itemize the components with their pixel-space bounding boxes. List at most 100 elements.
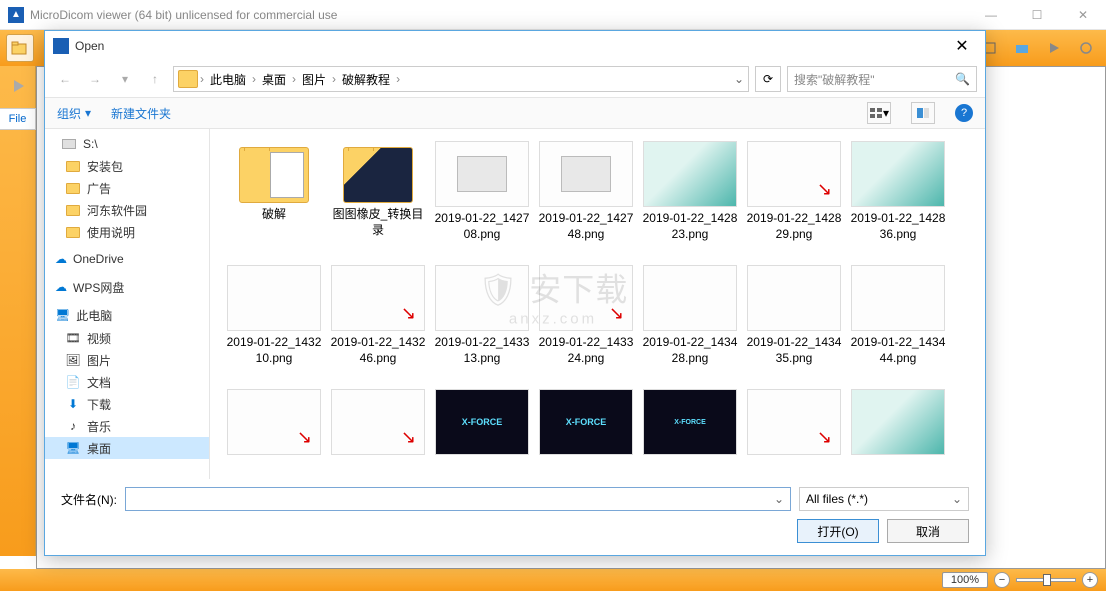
sidebar-pictures[interactable]: 🖼图片 <box>45 349 209 371</box>
thumbnail <box>851 141 945 207</box>
thumbnail <box>227 265 321 331</box>
sidebar-thispc[interactable]: 🖥此电脑 <box>45 303 209 327</box>
folder-icon <box>178 70 198 88</box>
thumbnail <box>539 141 633 207</box>
filename-input[interactable]: ⌄ <box>125 487 791 511</box>
thumbnail: X-FORCE <box>435 389 529 455</box>
file-item[interactable]: X-FORCE <box>638 385 742 479</box>
sidebar-folder-1[interactable]: 广告 <box>45 177 209 199</box>
file-item[interactable]: X-FORCE <box>430 385 534 479</box>
file-item[interactable]: X-FORCE <box>534 385 638 479</box>
sidebar-documents[interactable]: 📄文档 <box>45 371 209 393</box>
file-item[interactable]: 2019-01-22_143444.png <box>846 261 950 371</box>
maximize-button[interactable]: ☐ <box>1014 0 1060 30</box>
sidebar-onedrive[interactable]: ☁OneDrive <box>45 247 209 271</box>
file-item[interactable]: 2019-01-22_142708.png <box>430 137 534 247</box>
file-item[interactable]: 2019-01-22_142823.png <box>638 137 742 247</box>
dialog-nav: ← → ▾ ↑ › 此电脑› 桌面› 图片› 破解教程› ⌄ ⟳ 搜索"破解教程… <box>45 61 985 97</box>
left-toolbar <box>0 66 36 556</box>
file-item[interactable]: 图图橡皮_转换目录 <box>326 137 430 247</box>
dialog-close-button[interactable]: ✕ <box>947 36 977 56</box>
help-button[interactable]: ? <box>955 104 973 122</box>
filename-label: 文件名(N): <box>61 491 117 508</box>
file-item[interactable]: 破解 <box>222 137 326 247</box>
zoom-in-button[interactable]: + <box>1082 572 1098 588</box>
file-label: 2019-01-22_142823.png <box>642 211 738 242</box>
thumbnail <box>851 389 945 455</box>
thumbnail: ↘ <box>747 389 841 455</box>
file-item[interactable]: 2019-01-22_143210.png <box>222 261 326 371</box>
new-folder-button[interactable]: 新建文件夹 <box>111 105 171 122</box>
nav-forward-button[interactable]: → <box>83 67 107 91</box>
file-item[interactable]: ↘2019-01-22_143324.png <box>534 261 638 371</box>
sidebar-folder-3[interactable]: 使用说明 <box>45 221 209 243</box>
file-item[interactable]: 2019-01-22_142836.png <box>846 137 950 247</box>
preview-pane-button[interactable] <box>911 102 935 124</box>
sidebar-videos[interactable]: 🎞视频 <box>45 327 209 349</box>
file-item[interactable] <box>846 385 950 479</box>
file-label: 2019-01-22_143435.png <box>746 335 842 366</box>
folder-icon <box>343 147 413 203</box>
file-item[interactable]: 2019-01-22_143428.png <box>638 261 742 371</box>
sidebar-folder-0[interactable]: 安装包 <box>45 155 209 177</box>
open-button[interactable]: 打开(O) <box>797 519 879 543</box>
file-tab[interactable]: File <box>0 108 36 130</box>
sidebar-drive[interactable]: S:\ <box>45 133 209 155</box>
file-item[interactable]: ↘ <box>742 385 846 479</box>
minimize-button[interactable]: — <box>968 0 1014 30</box>
nav-back-button[interactable]: ← <box>53 67 77 91</box>
thumbnail <box>643 265 737 331</box>
file-item[interactable]: 2019-01-22_143313.png <box>430 261 534 371</box>
view-mode-button[interactable]: ▾ <box>867 102 891 124</box>
file-item[interactable]: 2019-01-22_143435.png <box>742 261 846 371</box>
open-folder-button[interactable] <box>6 34 34 62</box>
refresh-button[interactable] <box>1072 34 1100 62</box>
organize-button[interactable]: 组织 ▾ <box>57 105 91 122</box>
zoom-slider[interactable] <box>1016 578 1076 582</box>
sidebar-downloads[interactable]: ⬇下载 <box>45 393 209 415</box>
search-input[interactable]: 搜索"破解教程" 🔍 <box>787 66 977 92</box>
thumbnail <box>643 141 737 207</box>
play-side-button[interactable] <box>4 72 32 100</box>
sidebar-music[interactable]: ♪音乐 <box>45 415 209 437</box>
sidebar-desktop[interactable]: 🖥桌面 <box>45 437 209 459</box>
thumbnail <box>851 265 945 331</box>
file-item[interactable]: ↘2019-01-22_142829.png <box>742 137 846 247</box>
close-button[interactable]: ✕ <box>1060 0 1106 30</box>
open-dialog: Open ✕ ← → ▾ ↑ › 此电脑› 桌面› 图片› 破解教程› ⌄ ⟳ … <box>44 30 986 556</box>
filename-dropdown[interactable]: ⌄ <box>770 490 788 508</box>
play-button[interactable] <box>1040 34 1068 62</box>
file-label: 破解 <box>262 207 286 223</box>
thumbnail: ↘ <box>539 265 633 331</box>
breadcrumb[interactable]: › 此电脑› 桌面› 图片› 破解教程› ⌄ <box>173 66 749 92</box>
thumbnail: ↘ <box>331 389 425 455</box>
file-item[interactable]: ↘ <box>326 385 430 479</box>
thumbnail: ↘ <box>227 389 321 455</box>
file-item[interactable]: ↘2019-01-22_143246.png <box>326 261 430 371</box>
nav-up-button[interactable]: ↑ <box>143 67 167 91</box>
main-titlebar: ▲ MicroDicom viewer (64 bit) unlicensed … <box>0 0 1106 30</box>
file-label: 2019-01-22_143444.png <box>850 335 946 366</box>
thumbnail <box>435 265 529 331</box>
zoom-level[interactable]: 100% <box>942 572 988 588</box>
cancel-button[interactable]: 取消 <box>887 519 969 543</box>
sidebar: S:\ 安装包 广告 河东软件园 使用说明 ☁OneDrive ☁WPS网盘 🖥… <box>45 129 210 479</box>
file-item[interactable]: 2019-01-22_142748.png <box>534 137 638 247</box>
filter-dropdown[interactable]: All files (*.*)⌄ <box>799 487 969 511</box>
file-list[interactable]: 破解图图橡皮_转换目录2019-01-22_142708.png2019-01-… <box>210 129 985 479</box>
zoom-out-button[interactable]: − <box>994 572 1010 588</box>
folder-icon <box>239 147 309 203</box>
thumbnail <box>435 141 529 207</box>
file-label: 2019-01-22_142836.png <box>850 211 946 242</box>
nav-recent-button[interactable]: ▾ <box>113 67 137 91</box>
refresh-button[interactable]: ⟳ <box>755 66 781 92</box>
file-label: 2019-01-22_143428.png <box>642 335 738 366</box>
statusbar: 100% − + <box>0 569 1106 591</box>
thumbnail: X-FORCE <box>539 389 633 455</box>
file-item[interactable]: ↘ <box>222 385 326 479</box>
search-icon: 🔍 <box>955 72 970 86</box>
thumbnail: X-FORCE <box>643 389 737 455</box>
sidebar-wps[interactable]: ☁WPS网盘 <box>45 275 209 299</box>
tool-btn-2[interactable] <box>1008 34 1036 62</box>
sidebar-folder-2[interactable]: 河东软件园 <box>45 199 209 221</box>
